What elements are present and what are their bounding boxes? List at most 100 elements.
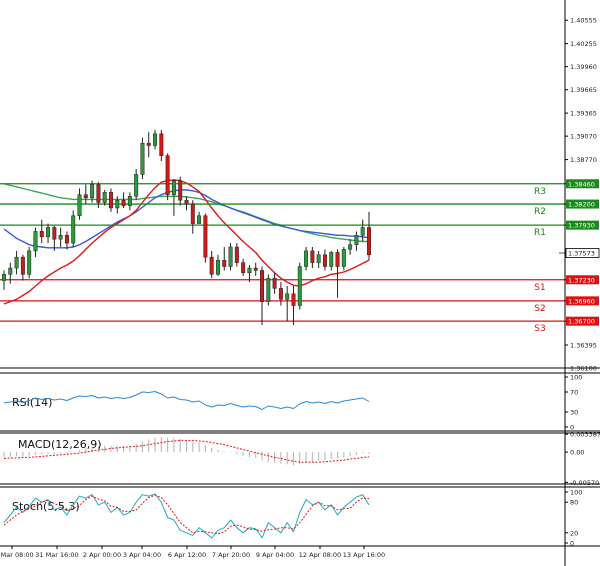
level-name-r3: R3	[534, 187, 546, 197]
candle-bull	[247, 267, 252, 274]
candle-bear	[260, 270, 264, 302]
rsi-tick-label: 70	[570, 389, 578, 397]
candle-bull	[14, 256, 19, 269]
candle-bull	[102, 192, 107, 203]
time-tick-label: 2 Apr 00:00	[83, 551, 121, 559]
macd-tick-label: 0.003387	[570, 431, 600, 439]
candle-bull	[2, 274, 6, 281]
candle-bear	[367, 227, 371, 256]
candle-bull	[341, 249, 346, 267]
candle-bull	[304, 250, 309, 267]
candle-bull	[360, 227, 365, 236]
candle-bull	[316, 254, 321, 263]
candle-bear	[335, 252, 340, 267]
macd-title: MACD(12,26,9)	[18, 438, 102, 451]
rsi-tick-label: 30	[570, 409, 578, 417]
time-tick-label: 7 Apr 20:00	[212, 551, 250, 559]
price-tick-label: 1.39070	[570, 133, 597, 141]
candle-bear	[209, 256, 214, 275]
candle-bear	[184, 199, 189, 205]
candle-bear	[165, 155, 170, 195]
time-tick-label: 6 Apr 12:00	[168, 551, 206, 559]
price-tick-label: 1.36395	[570, 341, 597, 349]
candle-bear	[109, 192, 113, 209]
stoch-tick-label: 20	[570, 529, 578, 537]
candle-bear	[64, 235, 69, 244]
stoch-tick-label: 100	[570, 489, 582, 497]
price-tick-label: 1.39960	[570, 63, 597, 71]
level-name-s1: S1	[534, 283, 545, 293]
candle-bear	[310, 250, 315, 263]
time-tick-label: 30 Mar 08:00	[0, 551, 34, 559]
candle-bull	[215, 260, 220, 275]
price-tick-label: 1.40555	[570, 17, 597, 25]
current-price-label: 1.37573	[568, 250, 595, 258]
candle-bear	[146, 142, 151, 146]
candle-bear	[322, 254, 327, 267]
candle-bull	[134, 174, 139, 197]
candle-bear	[39, 231, 44, 238]
candle-bear	[96, 184, 101, 203]
candle-bull	[33, 231, 38, 252]
level-badge-label-s3: 1.36700	[568, 318, 595, 326]
candle-bear	[241, 262, 246, 274]
candle-bull	[115, 199, 120, 209]
level-name-s3: S3	[534, 324, 545, 334]
level-badge-label-s2: 1.36960	[568, 297, 595, 305]
candle-bear	[203, 215, 208, 258]
candle-bull	[297, 266, 302, 306]
time-tick-label: 31 Mar 16:00	[35, 551, 78, 559]
candle-bull	[8, 267, 13, 275]
rsi-tick-label: 100	[570, 374, 582, 382]
candle-bull	[71, 215, 76, 244]
candle-bull	[153, 133, 158, 146]
candle-bear	[272, 277, 277, 289]
candle-bull	[140, 142, 145, 175]
rsi-title: RSI(14)	[12, 396, 52, 409]
candle-bull	[348, 244, 353, 250]
candle-bull	[354, 235, 359, 245]
candle-bear	[291, 293, 296, 306]
level-badge-label-r2: 1.38200	[568, 201, 595, 209]
candle-bear	[253, 267, 258, 271]
candle-bull	[77, 194, 82, 217]
level-name-r2: R2	[534, 207, 546, 217]
candle-bull	[46, 227, 51, 238]
candle-bull	[127, 196, 132, 206]
candle-bull	[197, 215, 202, 224]
candle-bull	[58, 235, 63, 240]
candle-bull	[266, 277, 271, 302]
macd-tick-label: -0.005701	[570, 479, 600, 487]
stoch-tick-label: 80	[570, 499, 578, 507]
candle-bull	[171, 180, 176, 195]
candle-bear	[83, 194, 88, 199]
candle-bull	[90, 184, 95, 199]
candle-bear	[190, 203, 195, 224]
macd-tick-label: 0.00	[570, 449, 584, 457]
candle-bear	[20, 256, 25, 275]
price-tick-label: 1.39665	[570, 86, 597, 94]
level-badge-label-r3: 1.38460	[568, 180, 595, 188]
candle-bear	[159, 133, 164, 156]
candle-bear	[222, 260, 227, 267]
level-name-r1: R1	[534, 228, 546, 238]
price-tick-label: 1.38770	[570, 156, 597, 164]
time-tick-label: 9 Apr 04:00	[256, 551, 294, 559]
time-tick-label: 3 Apr 04:00	[123, 551, 161, 559]
time-tick-label: 12 Apr 08:00	[299, 551, 341, 559]
level-badge-label-r1: 1.37930	[568, 222, 595, 230]
price-tick-label: 1.39365	[570, 110, 597, 118]
candle-bear	[278, 288, 283, 300]
candle-bull	[27, 250, 32, 275]
time-tick-label: 13 Apr 16:00	[343, 551, 385, 559]
price-tick-label: 1.40255	[570, 40, 597, 48]
chart-canvas: 1.40555 1.40255 1.39960 1.39665 1.39365 1.390…	[0, 0, 600, 566]
candle-bull	[285, 293, 290, 300]
level-badge-label-s1: 1.37230	[568, 276, 595, 284]
candle-bull	[329, 252, 334, 267]
candle-bear	[234, 246, 239, 263]
candle-bull	[228, 246, 233, 267]
candle-bear	[52, 227, 57, 240]
candle-bear	[178, 180, 183, 201]
candle-bear	[121, 199, 126, 206]
